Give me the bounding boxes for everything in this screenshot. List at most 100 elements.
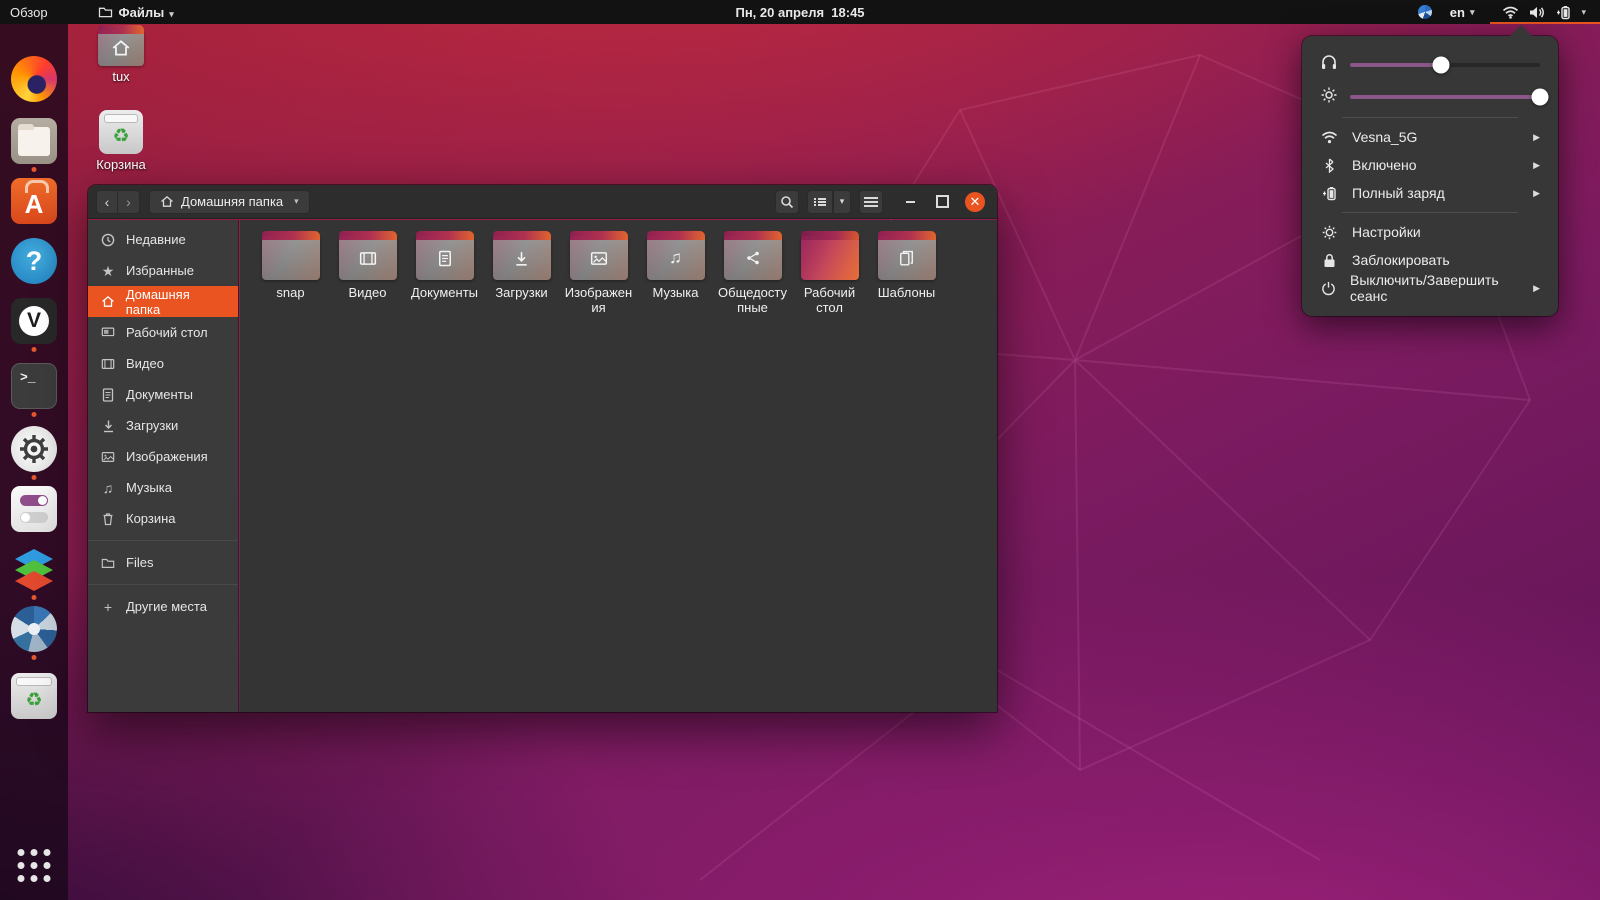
- app-grid-button[interactable]: [18, 849, 51, 882]
- menu-item-lock[interactable]: Заблокировать: [1320, 248, 1540, 272]
- dock-item-ubuntu-software[interactable]: [11, 178, 57, 224]
- minimize-button[interactable]: [901, 201, 919, 203]
- settings-label: Настройки: [1352, 224, 1421, 240]
- running-indicator: [32, 347, 37, 352]
- desktop-icon-label: Корзина: [83, 157, 159, 172]
- dock-item-photos-app[interactable]: [11, 606, 57, 652]
- sidebar-item-starred[interactable]: ★ Избранные: [88, 255, 238, 286]
- sidebar-item-other-locations[interactable]: + Другие места: [88, 591, 238, 622]
- places-sidebar: Недавние ★ Избранные Домашняя папка Рабо…: [88, 220, 239, 712]
- folder-documents[interactable]: Документы: [406, 228, 483, 316]
- dock-item-terminal[interactable]: [11, 363, 57, 409]
- dock-item-media-app[interactable]: [11, 426, 57, 472]
- submenu-arrow-icon: [1533, 283, 1540, 294]
- close-button[interactable]: [965, 192, 985, 212]
- submenu-arrow-icon: [1533, 188, 1540, 199]
- app-menu-button[interactable]: Файлы: [88, 0, 184, 24]
- menu-item-power[interactable]: Выключить/Завершить сеанс: [1320, 276, 1540, 300]
- back-button[interactable]: ‹: [96, 190, 118, 214]
- download-icon: [100, 419, 116, 433]
- menu-separator: [1342, 212, 1518, 213]
- sidebar-item-music[interactable]: ♫ Музыка: [88, 472, 238, 503]
- battery-icon: [1320, 186, 1338, 201]
- list-view-icon: [814, 197, 826, 207]
- search-icon: [780, 195, 794, 209]
- keyboard-indicator[interactable]: en ▾: [1450, 5, 1475, 20]
- clock-button[interactable]: Пн, 20 апреля 18:45: [725, 0, 874, 24]
- sidebar-item-pictures[interactable]: Изображения: [88, 441, 238, 472]
- folder-icon: [339, 236, 397, 280]
- dock-item-help[interactable]: [11, 238, 57, 284]
- sidebar-item-documents[interactable]: Документы: [88, 379, 238, 410]
- folder-home-icon: [98, 30, 144, 66]
- ubuntu-software-icon: [11, 178, 57, 224]
- sidebar-item-recent[interactable]: Недавние: [88, 224, 238, 255]
- menu-item-settings[interactable]: Настройки: [1320, 220, 1540, 244]
- desktop-icon-label: tux: [83, 69, 159, 84]
- clock-label: Пн, 20 апреля 18:45: [735, 5, 864, 20]
- slider-knob[interactable]: [1433, 57, 1450, 74]
- slider-knob[interactable]: [1532, 89, 1549, 106]
- layers-app-icon: [11, 546, 57, 592]
- desktop-icon: [100, 326, 116, 339]
- folder-icon: [262, 236, 320, 280]
- path-label: Домашняя папка: [181, 194, 283, 209]
- system-tray-button[interactable]: ▾: [1490, 0, 1600, 24]
- menu-item-bluetooth[interactable]: Включено: [1320, 153, 1540, 177]
- headphones-icon: [1320, 54, 1338, 76]
- trash-icon: [100, 512, 116, 526]
- path-button[interactable]: Домашняя папка ▾: [149, 190, 310, 214]
- folder-videos[interactable]: Видео: [329, 228, 406, 316]
- folder-snap[interactable]: snap: [252, 228, 329, 316]
- folder-icon: [878, 236, 936, 280]
- top-panel: Обзор Файлы Пн, 20 апреля 18:45 en ▾: [0, 0, 1600, 24]
- system-menu: Vesna_5G Включено Полный заряд Настройки: [1302, 36, 1558, 316]
- brightness-slider[interactable]: [1350, 95, 1540, 99]
- battery-label: Полный заряд: [1352, 185, 1445, 201]
- dock-item-layers-app[interactable]: [11, 546, 57, 592]
- sidebar-item-trash[interactable]: Корзина: [88, 503, 238, 534]
- folder-templates[interactable]: Шаблоны: [868, 228, 945, 316]
- view-mode-button[interactable]: [807, 190, 833, 214]
- window-menu-button[interactable]: [859, 190, 883, 214]
- activities-label: Обзор: [10, 5, 48, 20]
- lock-icon: [1320, 253, 1338, 268]
- menu-item-battery[interactable]: Полный заряд: [1320, 181, 1540, 205]
- desktop-icon-trash[interactable]: Корзина: [83, 110, 159, 172]
- folder-public[interactable]: Общедоступные: [714, 228, 791, 316]
- files-window: ‹ › Домашняя папка ▾ ▾: [88, 185, 997, 712]
- view-options-button[interactable]: ▾: [833, 190, 851, 214]
- brightness-icon: [1320, 86, 1338, 109]
- files-icon: [11, 118, 57, 164]
- home-icon: [100, 295, 116, 308]
- dock-item-settings[interactable]: [11, 486, 57, 532]
- sidebar-separator: [88, 584, 238, 585]
- menu-item-wifi[interactable]: Vesna_5G: [1320, 125, 1540, 149]
- gear-app-icon: [11, 426, 57, 472]
- folder-desktop[interactable]: Рабочий стол: [791, 228, 868, 316]
- dock-item-firefox[interactable]: [11, 56, 57, 102]
- help-icon: [11, 238, 57, 284]
- folder-music[interactable]: ♫ Музыка: [637, 228, 714, 316]
- battery-icon: [1555, 5, 1571, 20]
- sidebar-item-home[interactable]: Домашняя папка: [88, 286, 238, 317]
- desktop-icon-tux[interactable]: tux: [83, 30, 159, 84]
- sidebar-item-downloads[interactable]: Загрузки: [88, 410, 238, 441]
- wifi-label: Vesna_5G: [1352, 129, 1417, 145]
- volume-slider[interactable]: [1350, 63, 1540, 67]
- dock-item-trash[interactable]: [11, 673, 57, 719]
- dock-item-vivaldi[interactable]: [11, 298, 57, 344]
- app-indicator-icon[interactable]: [1418, 5, 1432, 19]
- folder-downloads[interactable]: Загрузки: [483, 228, 560, 316]
- sidebar-item-videos[interactable]: Видео: [88, 348, 238, 379]
- sidebar-item-files-bookmark[interactable]: Files: [88, 547, 238, 578]
- sidebar-item-desktop[interactable]: Рабочий стол: [88, 317, 238, 348]
- forward-button[interactable]: ›: [118, 190, 140, 214]
- folder-pictures[interactable]: Изображения: [560, 228, 637, 316]
- dock-item-files[interactable]: [11, 118, 57, 164]
- activities-button[interactable]: Обзор: [0, 0, 58, 24]
- maximize-button[interactable]: [933, 195, 951, 208]
- bluetooth-label: Включено: [1352, 157, 1417, 173]
- gear-icon: [1320, 224, 1338, 241]
- search-button[interactable]: [775, 190, 799, 214]
